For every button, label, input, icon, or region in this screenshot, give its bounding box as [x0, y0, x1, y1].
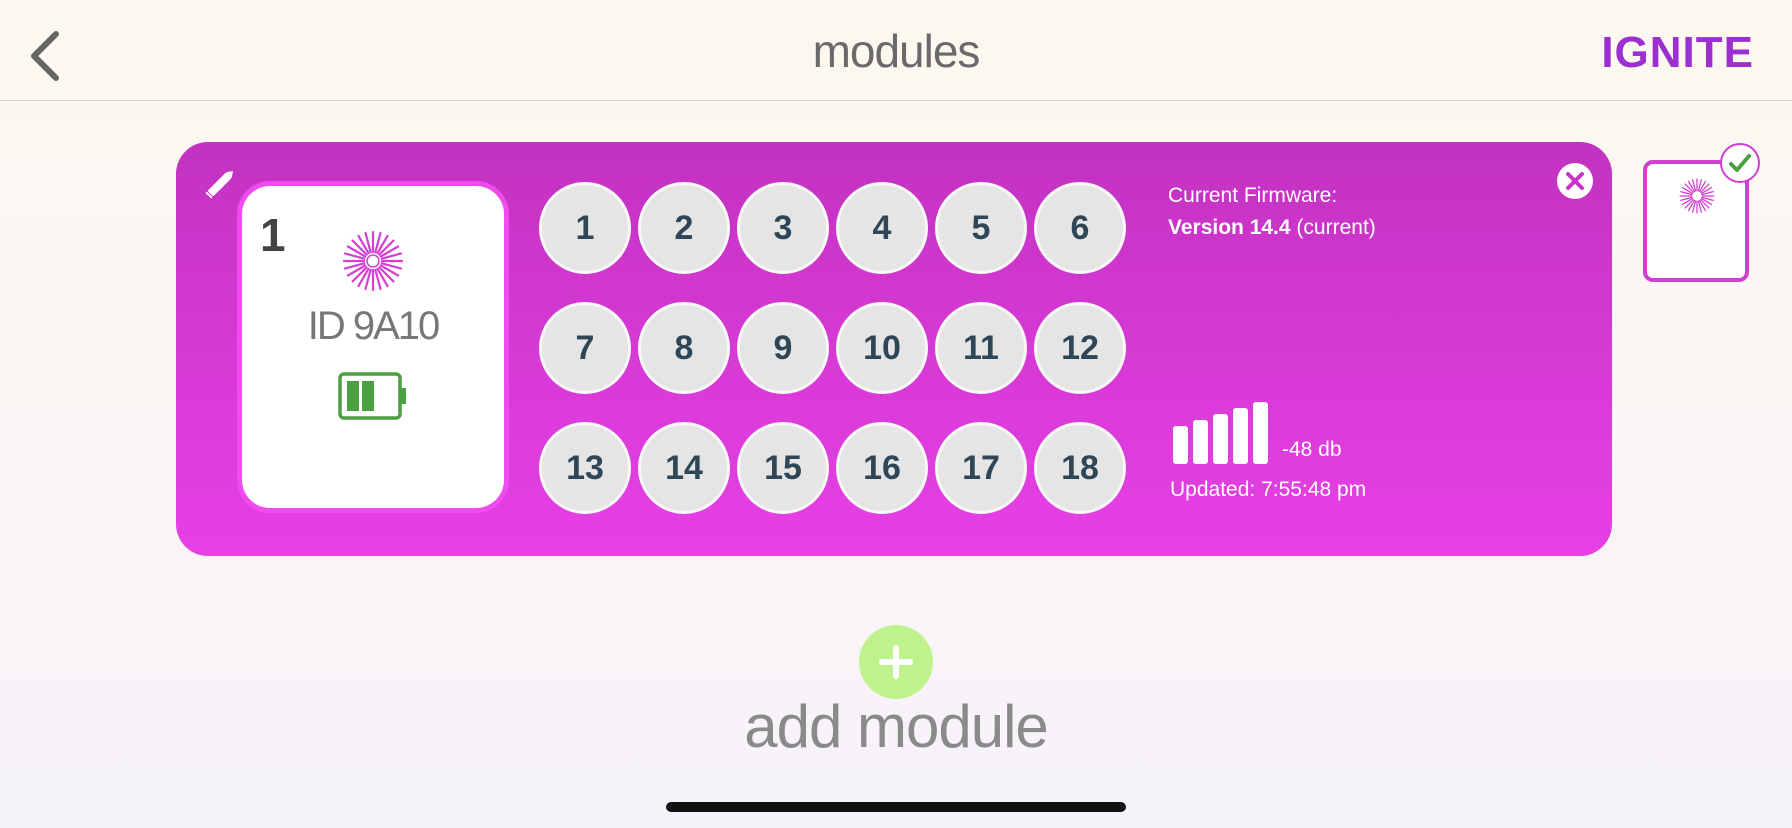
header-bar: modules IGNITE: [0, 0, 1792, 101]
page-title: modules: [812, 25, 981, 77]
cue-button[interactable]: 6: [1034, 182, 1126, 274]
brand-logo: IGNITE: [1601, 28, 1754, 77]
cue-button[interactable]: 3: [737, 182, 829, 274]
cue-button[interactable]: 15: [737, 422, 829, 514]
cue-button[interactable]: 2: [638, 182, 730, 274]
firmware-version-number: Version 14.4: [1168, 216, 1291, 239]
firmware-status: (current): [1296, 216, 1376, 239]
firework-logo-icon: [342, 230, 404, 292]
cue-button[interactable]: 8: [638, 302, 730, 394]
module-tile[interactable]: 1 ID 9A10: [242, 186, 504, 508]
updated-time: Updated: 7:55:48 pm: [1170, 478, 1367, 501]
cue-button[interactable]: 11: [935, 302, 1027, 394]
cue-button[interactable]: 14: [638, 422, 730, 514]
battery-icon: [338, 372, 406, 420]
cue-button[interactable]: 7: [539, 302, 631, 394]
pencil-icon[interactable]: [202, 164, 240, 202]
cue-button[interactable]: 9: [737, 302, 829, 394]
cue-button[interactable]: 16: [836, 422, 928, 514]
firework-logo-icon: [1679, 178, 1715, 214]
cue-button[interactable]: 12: [1034, 302, 1126, 394]
signal-strength-icon: [1173, 402, 1268, 464]
cue-button[interactable]: 4: [836, 182, 928, 274]
firmware-version: Version 14.4 (current): [1168, 216, 1376, 240]
cue-button[interactable]: 18: [1034, 422, 1126, 514]
cue-button[interactable]: 1: [539, 182, 631, 274]
cue-button[interactable]: 10: [836, 302, 928, 394]
add-icon[interactable]: [858, 624, 934, 700]
checkmark-icon: [1720, 143, 1760, 183]
close-icon[interactable]: [1556, 162, 1594, 200]
module-id: ID 9A10: [307, 304, 441, 348]
firmware-label: Current Firmware:: [1168, 184, 1338, 207]
add-module-label[interactable]: add module: [0, 692, 1792, 761]
home-indicator: [666, 802, 1126, 812]
cue-button[interactable]: 13: [539, 422, 631, 514]
cue-button[interactable]: 5: [935, 182, 1027, 274]
module-number: 1: [260, 209, 286, 261]
cue-button[interactable]: 17: [935, 422, 1027, 514]
module-card: 1 ID 9A10 1 2 3 4 5 6 7 8 9 10 11 12 13 …: [176, 142, 1612, 556]
signal-db: -48 db: [1282, 438, 1342, 461]
